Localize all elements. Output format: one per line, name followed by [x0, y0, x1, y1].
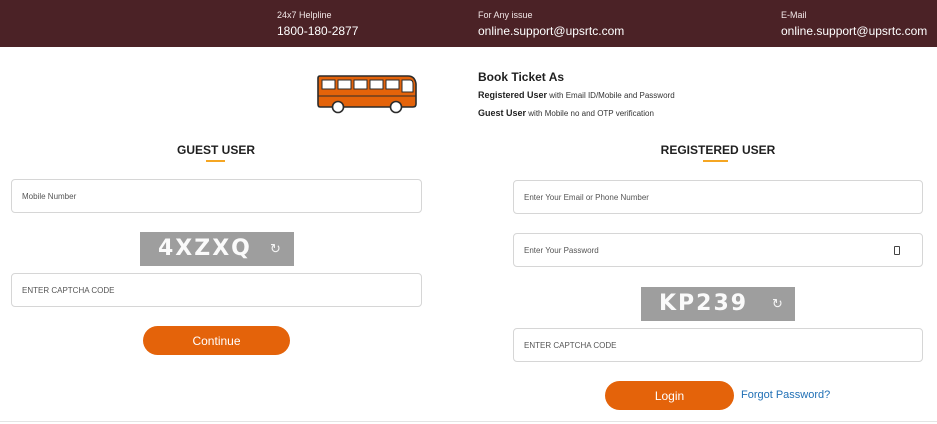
refresh-icon[interactable]: ↻ [270, 241, 281, 257]
helpline-block: 24x7 Helpline 1800-180-2877 [277, 9, 358, 38]
email-block: E-Mail online.support@upsrtc.com [781, 9, 927, 38]
registered-user-title: REGISTERED USER [660, 143, 776, 157]
top-bar: 24x7 Helpline 1800-180-2877 For Any issu… [0, 0, 937, 47]
guest-captcha-text: 4XZXQ [158, 236, 252, 261]
refresh-icon[interactable]: ↻ [772, 296, 783, 312]
continue-button[interactable]: Continue [143, 326, 290, 355]
registered-email-field[interactable] [513, 180, 923, 214]
bottom-divider [0, 421, 937, 422]
helpline-label: 24x7 Helpline [277, 10, 332, 20]
guest-title-underline [206, 160, 225, 162]
support-email[interactable]: online.support@upsrtc.com [781, 24, 927, 38]
guest-captcha-image: 4XZXQ ↻ [140, 232, 294, 266]
registered-captcha-input[interactable] [514, 329, 922, 361]
email-label: E-Mail [781, 10, 807, 20]
guest-captcha-input[interactable] [12, 274, 421, 306]
issue-email[interactable]: online.support@upsrtc.com [478, 24, 624, 38]
registered-user-info: Registered User with Email ID/Mobile and… [478, 90, 675, 101]
registered-user-bold: Registered User [478, 90, 548, 100]
guest-user-desc: with Mobile no and OTP verification [528, 109, 654, 118]
login-button[interactable]: Login [605, 381, 734, 410]
book-ticket-info: Book Ticket As Registered User with Emai… [478, 70, 675, 126]
email-phone-input[interactable] [514, 181, 922, 213]
password-input[interactable] [514, 234, 922, 266]
book-ticket-title: Book Ticket As [478, 70, 565, 84]
guest-user-title: GUEST USER [176, 143, 255, 157]
registered-captcha-image: KP239 ↻ [641, 287, 795, 321]
forgot-password-link[interactable]: Forgot Password? [741, 389, 830, 401]
bus-icon [317, 75, 417, 114]
registered-password-field[interactable] [513, 233, 923, 267]
guest-captcha-field[interactable] [11, 273, 422, 307]
issue-label: For Any issue [478, 10, 533, 20]
registered-captcha-field[interactable] [513, 328, 923, 362]
guest-mobile-field[interactable] [11, 179, 422, 213]
registered-user-desc: with Email ID/Mobile and Password [549, 91, 675, 100]
registered-title-underline [703, 160, 728, 162]
issue-block: For Any issue online.support@upsrtc.com [478, 9, 624, 38]
mobile-number-input[interactable] [12, 180, 421, 212]
guest-user-info: Guest User with Mobile no and OTP verifi… [478, 108, 675, 119]
eye-icon[interactable] [894, 246, 900, 255]
helpline-number[interactable]: 1800-180-2877 [277, 24, 358, 38]
guest-user-bold: Guest User [478, 108, 527, 118]
registered-captcha-text: KP239 [659, 291, 749, 316]
